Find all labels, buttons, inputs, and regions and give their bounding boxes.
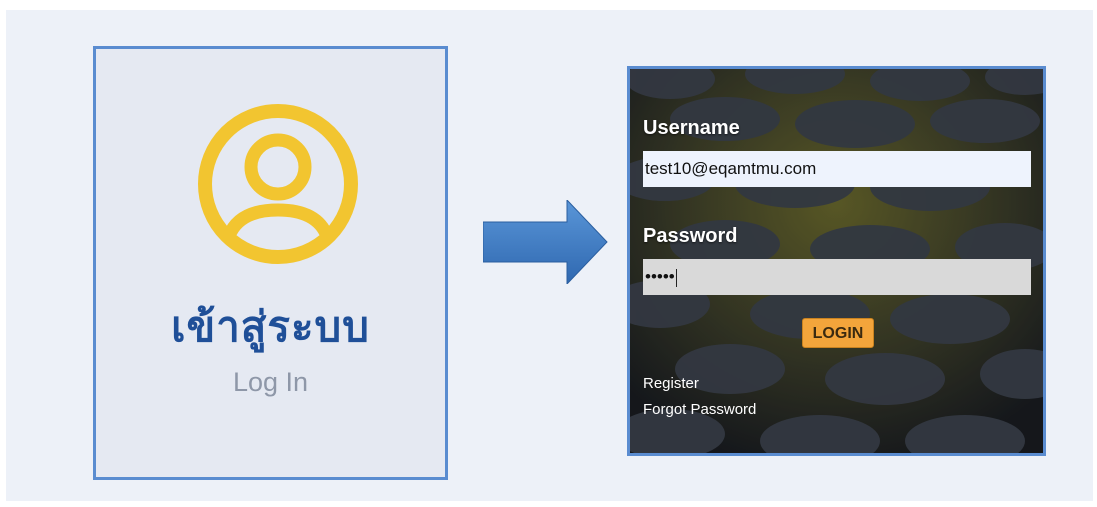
password-label: Password — [643, 225, 738, 247]
password-input[interactable]: ••••• — [643, 259, 1031, 295]
login-title-thai: เข้าสู่ระบบ — [171, 302, 370, 351]
user-circle-icon — [198, 104, 358, 264]
username-label: Username — [643, 117, 740, 139]
text-caret — [675, 268, 677, 287]
username-input[interactable]: test10@eqamtmu.com — [643, 151, 1031, 187]
password-mask: ••••• — [645, 267, 675, 286]
forgot-password-link[interactable]: Forgot Password — [643, 401, 756, 418]
login-subtitle: Log In — [232, 367, 309, 397]
register-link[interactable]: Register — [643, 375, 699, 392]
arrow-right-icon — [483, 200, 608, 284]
login-button[interactable]: LOGIN — [802, 318, 874, 348]
login-panel: Username test10@eqamtmu.com Password •••… — [627, 66, 1046, 456]
login-card[interactable]: เข้าสู่ระบบ Log In — [93, 46, 448, 480]
canvas-background: เข้าสู่ระบบ Log In Username test10@eqamt… — [6, 10, 1093, 501]
